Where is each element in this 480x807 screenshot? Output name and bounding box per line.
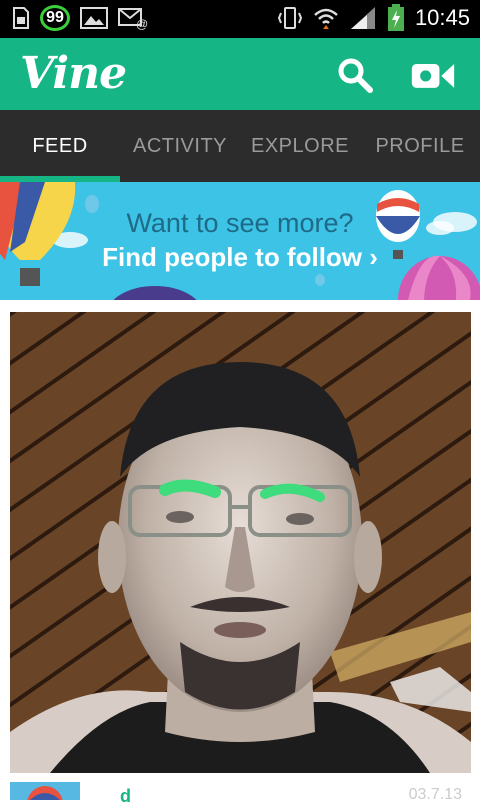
signal-strength-icon xyxy=(350,7,375,29)
tab-explore[interactable]: EXPLORE xyxy=(240,110,360,182)
tab-activity-label: ACTIVITY xyxy=(132,134,227,157)
app-bar: Vine xyxy=(0,38,480,110)
clock: 10:45 xyxy=(414,5,470,30)
video-camera-icon xyxy=(411,63,455,88)
status-left-icons: 99 @ xyxy=(12,5,148,31)
status-bar: 99 @ 10:45 xyxy=(0,0,480,38)
status-right-icons: 10:45 xyxy=(277,4,470,32)
email-notification-icon: @ xyxy=(118,8,148,30)
tab-explore-label: EXPLORE xyxy=(251,134,349,157)
post-username[interactable]: d xyxy=(120,786,131,807)
image-notification-icon xyxy=(80,7,108,29)
search-button[interactable] xyxy=(332,52,378,98)
avatar[interactable] xyxy=(10,782,80,800)
tab-feed-label: FEED xyxy=(32,134,88,157)
battery-charging-icon xyxy=(387,4,404,31)
post-date: 03.7.13 xyxy=(408,786,462,803)
avatar-balloon-icon xyxy=(27,786,63,800)
find-people-link[interactable]: Find people to follow › xyxy=(0,242,480,273)
vibrate-icon xyxy=(277,7,303,29)
vine-logo: Vine xyxy=(20,48,127,99)
tab-profile[interactable]: PROFILE xyxy=(360,110,480,182)
sim-card-icon xyxy=(13,7,29,29)
notification-count-badge: 99 xyxy=(40,5,70,31)
find-people-banner[interactable]: Want to see more? Find people to follow … xyxy=(0,182,480,300)
search-icon xyxy=(338,58,373,93)
find-people-label: Find people to follow xyxy=(102,242,363,272)
banner-heading: Want to see more? xyxy=(126,208,354,238)
tab-activity[interactable]: ACTIVITY xyxy=(120,110,240,182)
svg-text:@: @ xyxy=(136,17,148,30)
post-video[interactable] xyxy=(10,312,471,773)
notification-count: 99 xyxy=(46,9,64,26)
tab-profile-label: PROFILE xyxy=(375,134,465,157)
record-video-button[interactable] xyxy=(410,52,456,98)
video-thumbnail xyxy=(10,312,471,773)
tab-bar: FEED ACTIVITY EXPLORE PROFILE xyxy=(0,110,480,182)
chevron-right-icon: › xyxy=(369,242,378,272)
banner-illustration xyxy=(0,182,480,300)
tab-feed[interactable]: FEED xyxy=(0,110,120,182)
wifi-icon xyxy=(314,8,338,29)
